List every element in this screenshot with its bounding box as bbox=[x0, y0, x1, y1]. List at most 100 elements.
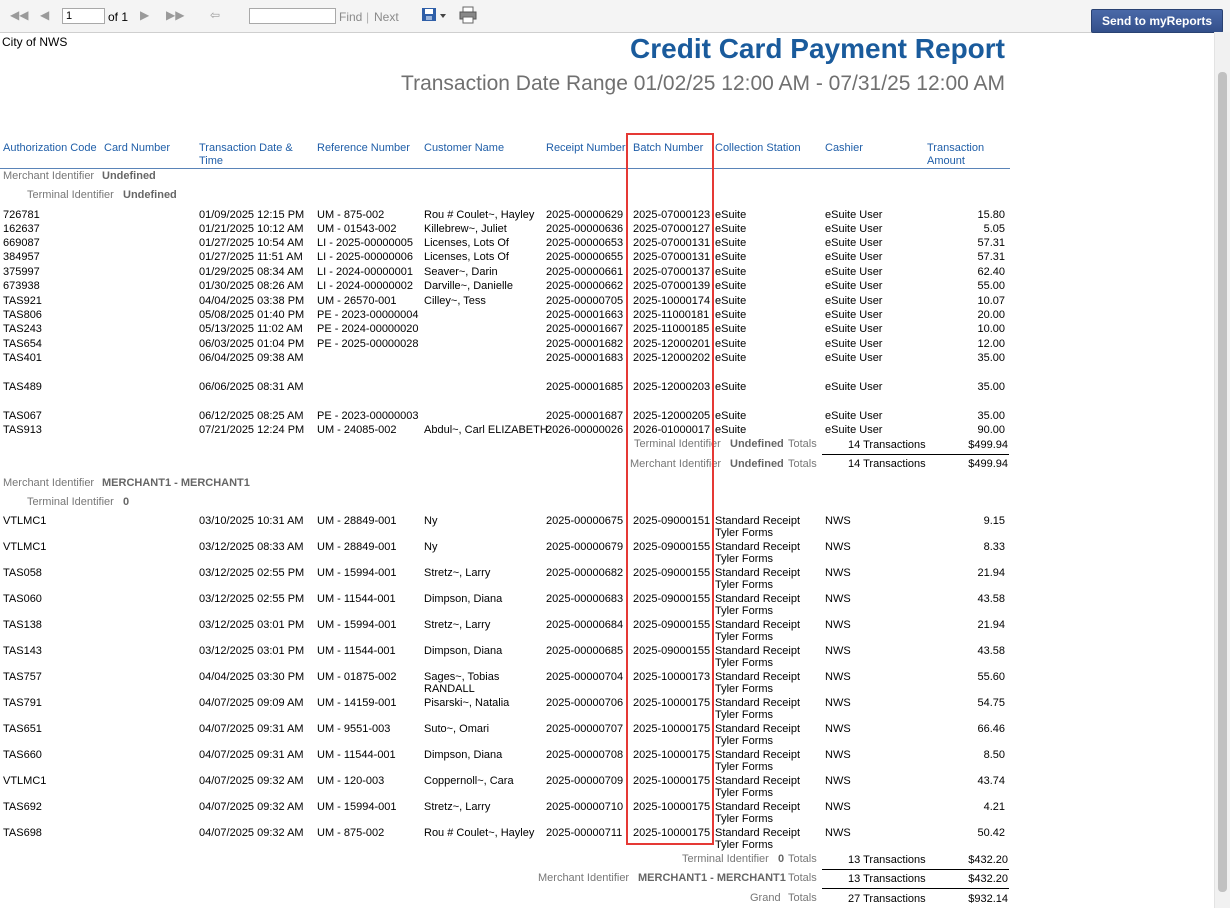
cell-reference-number: LI - 2025-00000006 bbox=[317, 251, 414, 263]
vertical-scrollbar[interactable] bbox=[1214, 32, 1230, 908]
table-row: VTLMC1 03/10/2025 10:31 AM UM - 28849-001 N… bbox=[0, 514, 1010, 539]
merchant-transaction-count: 13 Transactions bbox=[848, 873, 926, 885]
cell-transaction-date: 01/29/2025 08:34 AM bbox=[199, 266, 304, 278]
cell-receipt-number: 2025-00000708 bbox=[546, 749, 624, 761]
table-row: TAS791 04/07/2025 09:09 AM UM - 14159-001 P… bbox=[0, 696, 1010, 721]
scrollbar-thumb[interactable] bbox=[1218, 72, 1227, 892]
cell-authorization-code: TAS489 bbox=[3, 381, 42, 393]
cell-transaction-amount: 21.94 bbox=[977, 567, 1005, 579]
cell-authorization-code: TAS060 bbox=[3, 593, 42, 605]
cell-reference-number: UM - 15994-001 bbox=[317, 567, 397, 579]
table-row: TAS060 03/12/2025 02:55 PM UM - 11544-001 D… bbox=[0, 592, 1010, 617]
send-to-myreports-button[interactable]: Send to myReports bbox=[1091, 9, 1223, 33]
cell-cashier: NWS bbox=[825, 619, 851, 631]
cell-collection-station-line2: Tyler Forms bbox=[715, 553, 774, 565]
cell-receipt-number: 2025-00000683 bbox=[546, 593, 624, 605]
next-page-icon[interactable]: ▶ bbox=[140, 8, 149, 22]
cell-cashier: eSuite User bbox=[825, 266, 883, 278]
header-card-number: Card Number bbox=[104, 142, 171, 154]
cell-receipt-number: 2025-00000679 bbox=[546, 541, 624, 553]
header-transaction-amount: Transaction Amount bbox=[927, 142, 984, 168]
cell-collection-station: eSuite bbox=[715, 280, 747, 292]
report-date-range: Transaction Date Range 01/02/25 12:00 AM… bbox=[401, 72, 1005, 95]
first-page-icon[interactable]: ◀◀ bbox=[10, 8, 28, 22]
cell-receipt-number: 2025-00001663 bbox=[546, 309, 624, 321]
terminal-identifier-value: Undefined bbox=[123, 189, 177, 201]
cell-receipt-number: 2025-00001682 bbox=[546, 338, 624, 350]
next-link[interactable]: Next bbox=[374, 10, 399, 24]
cell-cashier: NWS bbox=[825, 541, 851, 553]
cell-authorization-code: TAS654 bbox=[3, 338, 42, 350]
cell-reference-number: UM - 15994-001 bbox=[317, 801, 397, 813]
cell-reference-number: UM - 11544-001 bbox=[317, 645, 396, 657]
find-input[interactable] bbox=[249, 8, 336, 24]
printer-icon[interactable] bbox=[458, 6, 478, 27]
terminal-total-amount: $432.20 bbox=[968, 854, 1008, 866]
cell-cashier: eSuite User bbox=[825, 237, 883, 249]
cell-transaction-amount: 8.50 bbox=[983, 749, 1005, 761]
terminal-identifier-value: Undefined bbox=[730, 438, 784, 450]
previous-page-icon[interactable]: ◀ bbox=[40, 8, 49, 22]
cell-authorization-code: 673938 bbox=[3, 280, 40, 292]
cell-reference-number: UM - 875-002 bbox=[317, 827, 385, 839]
table-row: TAS660 04/07/2025 09:31 AM UM - 11544-001 D… bbox=[0, 748, 1010, 773]
cell-collection-station: eSuite bbox=[715, 424, 747, 436]
merchant-identifier-value: Undefined bbox=[730, 458, 784, 470]
page-number-input[interactable] bbox=[62, 8, 105, 24]
cell-collection-station: Standard Receipt bbox=[715, 645, 800, 657]
cell-transaction-amount: 35.00 bbox=[977, 352, 1005, 364]
cell-receipt-number: 2025-00000685 bbox=[546, 645, 624, 657]
cell-cashier: eSuite User bbox=[825, 410, 883, 422]
total-rule bbox=[822, 454, 1009, 455]
cell-cashier: NWS bbox=[825, 801, 851, 813]
table-row: TAS651 04/07/2025 09:31 AM UM - 9551-003 Su… bbox=[0, 722, 1010, 747]
grand-label: Grand bbox=[750, 892, 781, 904]
cell-cashier: NWS bbox=[825, 567, 851, 579]
cell-reference-number: PE - 2024-00000020 bbox=[317, 323, 419, 335]
header-divider bbox=[0, 168, 1010, 169]
table-row: TAS067 06/12/2025 08:25 AM PE - 2023-00000… bbox=[0, 409, 1010, 423]
cell-customer-name: Sages~, Tobias bbox=[424, 671, 500, 683]
cell-customer-name: Suto~, Omari bbox=[424, 723, 490, 735]
cell-authorization-code: TAS138 bbox=[3, 619, 42, 631]
cell-reference-number: UM - 11544-001 bbox=[317, 749, 396, 761]
cell-transaction-date: 04/07/2025 09:32 AM bbox=[199, 827, 304, 839]
cell-collection-station: Standard Receipt bbox=[715, 749, 800, 761]
cell-transaction-date: 01/21/2025 10:12 AM bbox=[199, 223, 304, 235]
cell-transaction-date: 01/30/2025 08:26 AM bbox=[199, 280, 304, 292]
cell-customer-name: Rou # Coulet~, Hayley bbox=[424, 827, 535, 839]
table-row: TAS806 05/08/2025 01:40 PM PE - 2023-00000… bbox=[0, 308, 1010, 322]
page-count-label: of 1 bbox=[108, 10, 129, 24]
cell-transaction-date: 03/12/2025 02:55 PM bbox=[199, 567, 305, 579]
total-rule bbox=[822, 869, 1009, 870]
terminal-transaction-count: 14 Transactions bbox=[848, 439, 926, 451]
cell-collection-station: Standard Receipt bbox=[715, 541, 800, 553]
cell-receipt-number: 2025-00000629 bbox=[546, 209, 624, 221]
find-link[interactable]: Find bbox=[339, 10, 362, 24]
cell-transaction-amount: 66.46 bbox=[977, 723, 1005, 735]
cell-transaction-amount: 8.33 bbox=[983, 541, 1005, 553]
cell-transaction-amount: 20.00 bbox=[977, 309, 1005, 321]
report-title: Credit Card Payment Report bbox=[630, 33, 1005, 64]
cell-transaction-date: 03/12/2025 08:33 AM bbox=[199, 541, 304, 553]
cell-collection-station: Standard Receipt bbox=[715, 593, 800, 605]
cell-collection-station-line2: Tyler Forms bbox=[715, 683, 774, 695]
save-export-icon[interactable] bbox=[421, 6, 449, 27]
cell-authorization-code: TAS791 bbox=[3, 697, 42, 709]
cell-collection-station: Standard Receipt bbox=[715, 515, 800, 527]
cell-customer-name: Ny bbox=[424, 515, 438, 527]
totals-label: Totals bbox=[788, 892, 817, 904]
cell-transaction-amount: 50.42 bbox=[977, 827, 1005, 839]
cell-collection-station: Standard Receipt bbox=[715, 775, 800, 787]
cell-receipt-number: 2025-00000706 bbox=[546, 697, 624, 709]
terminal-identifier-value: 0 bbox=[778, 853, 785, 865]
last-page-icon[interactable]: ▶▶ bbox=[166, 8, 184, 22]
cell-reference-number: PE - 2023-00000003 bbox=[317, 410, 419, 422]
cell-receipt-number: 2025-00000705 bbox=[546, 295, 624, 307]
cell-collection-station-line2: Tyler Forms bbox=[715, 813, 774, 825]
back-icon[interactable]: ⇦ bbox=[210, 8, 220, 22]
cell-transaction-date: 03/12/2025 02:55 PM bbox=[199, 593, 305, 605]
total-rule bbox=[822, 888, 1009, 889]
cell-collection-station: Standard Receipt bbox=[715, 567, 800, 579]
cell-reference-number: PE - 2023-00000004 bbox=[317, 309, 419, 321]
